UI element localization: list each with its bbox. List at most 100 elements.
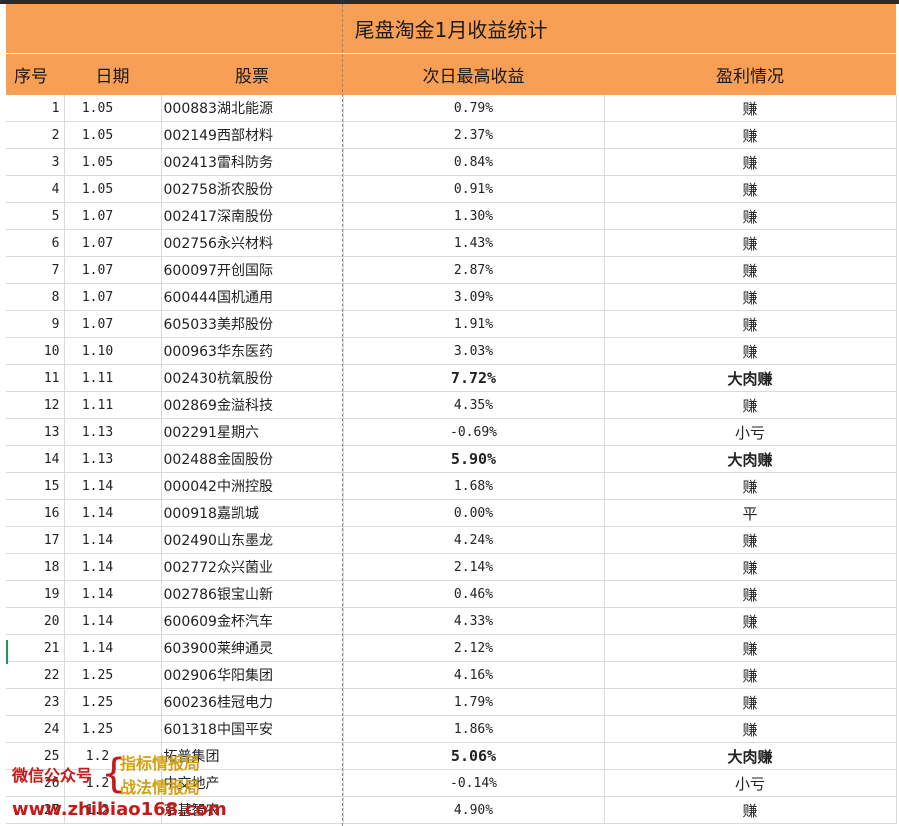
cell-index[interactable]: 15 bbox=[6, 472, 65, 500]
cell-gain[interactable]: 1.86% bbox=[343, 715, 605, 743]
cell-stock[interactable]: 601318中国平安 bbox=[161, 715, 344, 743]
cell-date[interactable]: 1.11 bbox=[64, 364, 162, 392]
cell-date[interactable]: 1.14 bbox=[64, 634, 162, 662]
cell-date[interactable]: 1.13 bbox=[64, 445, 162, 473]
cell-result[interactable]: 赚 bbox=[604, 283, 897, 311]
cell-date[interactable]: 1.07 bbox=[64, 229, 162, 257]
cell-result[interactable]: 平 bbox=[604, 499, 897, 527]
cell-index[interactable]: 6 bbox=[6, 229, 65, 257]
cell-result[interactable]: 赚 bbox=[604, 715, 897, 743]
cell-index[interactable]: 23 bbox=[6, 688, 65, 716]
cell-result[interactable]: 赚 bbox=[604, 661, 897, 689]
cell-index[interactable]: 10 bbox=[6, 337, 65, 365]
cell-index[interactable]: 17 bbox=[6, 526, 65, 554]
cell-date[interactable]: 1.25 bbox=[64, 715, 162, 743]
cell-stock[interactable]: 002413雷科防务 bbox=[161, 148, 344, 176]
cell-gain[interactable]: 4.16% bbox=[343, 661, 605, 689]
cell-index[interactable]: 7 bbox=[6, 256, 65, 284]
cell-index[interactable]: 14 bbox=[6, 445, 65, 473]
cell-index[interactable]: 9 bbox=[6, 310, 65, 338]
cell-date[interactable]: 1.10 bbox=[64, 337, 162, 365]
cell-stock[interactable]: 002490山东墨龙 bbox=[161, 526, 344, 554]
cell-date[interactable]: 1.05 bbox=[64, 95, 162, 122]
cell-index[interactable]: 3 bbox=[6, 148, 65, 176]
sheet-title[interactable]: 尾盘淘金1月收益统计 bbox=[6, 4, 896, 54]
cell-gain[interactable]: 1.43% bbox=[343, 229, 605, 257]
cell-stock[interactable]: 000963华东医药 bbox=[161, 337, 344, 365]
cell-date[interactable]: 1.05 bbox=[64, 121, 162, 149]
cell-date[interactable]: 1.07 bbox=[64, 202, 162, 230]
cell-date[interactable]: 1.07 bbox=[64, 310, 162, 338]
cell-stock[interactable]: 600444国机通用 bbox=[161, 283, 344, 311]
cell-gain[interactable]: 2.37% bbox=[343, 121, 605, 149]
cell-date[interactable]: 1.25 bbox=[64, 661, 162, 689]
header-stock[interactable]: 股票 bbox=[161, 53, 343, 95]
cell-gain[interactable]: 4.33% bbox=[343, 607, 605, 635]
cell-result[interactable]: 赚 bbox=[604, 310, 897, 338]
cell-date[interactable]: 1.07 bbox=[64, 283, 162, 311]
cell-stock[interactable]: 002417深南股份 bbox=[161, 202, 344, 230]
cell-gain[interactable]: 0.46% bbox=[343, 580, 605, 608]
cell-stock[interactable]: 603900莱绅通灵 bbox=[161, 634, 344, 662]
cell-gain[interactable]: 0.79% bbox=[343, 95, 605, 122]
cell-gain[interactable]: 1.68% bbox=[343, 472, 605, 500]
cell-stock[interactable]: 002906华阳集团 bbox=[161, 661, 344, 689]
cell-stock[interactable]: 000883湖北能源 bbox=[161, 95, 344, 122]
cell-date[interactable]: 1.14 bbox=[64, 526, 162, 554]
cell-stock[interactable]: 002291星期六 bbox=[161, 418, 344, 446]
cell-result[interactable]: 赚 bbox=[604, 796, 897, 824]
cell-index[interactable]: 12 bbox=[6, 391, 65, 419]
cell-result[interactable]: 赚 bbox=[604, 229, 897, 257]
cell-result[interactable]: 大肉赚 bbox=[604, 445, 897, 473]
cell-index[interactable]: 11 bbox=[6, 364, 65, 392]
cell-index[interactable]: 21 bbox=[6, 634, 65, 662]
cell-date[interactable]: 1.13 bbox=[64, 418, 162, 446]
cell-index[interactable]: 5 bbox=[6, 202, 65, 230]
cell-index[interactable]: 2 bbox=[6, 121, 65, 149]
cell-stock[interactable]: 002869金溢科技 bbox=[161, 391, 344, 419]
cell-gain[interactable]: 0.91% bbox=[343, 175, 605, 203]
cell-index[interactable]: 1 bbox=[6, 95, 65, 122]
cell-date[interactable]: 1.25 bbox=[64, 688, 162, 716]
cell-gain[interactable]: 1.91% bbox=[343, 310, 605, 338]
cell-index[interactable]: 20 bbox=[6, 607, 65, 635]
cell-stock[interactable]: 600609金杯汽车 bbox=[161, 607, 344, 635]
cell-stock[interactable]: 002772众兴菌业 bbox=[161, 553, 344, 581]
cell-index[interactable]: 24 bbox=[6, 715, 65, 743]
cell-result[interactable]: 赚 bbox=[604, 553, 897, 581]
cell-stock[interactable]: 002149西部材料 bbox=[161, 121, 344, 149]
cell-stock[interactable]: 002756永兴材料 bbox=[161, 229, 344, 257]
cell-result[interactable]: 赚 bbox=[604, 148, 897, 176]
cell-date[interactable]: 1.14 bbox=[64, 499, 162, 527]
cell-result[interactable]: 赚 bbox=[604, 688, 897, 716]
cell-stock[interactable]: 002786银宝山新 bbox=[161, 580, 344, 608]
cell-result[interactable]: 赚 bbox=[604, 607, 897, 635]
header-next-day-gain[interactable]: 次日最高收益 bbox=[343, 53, 604, 95]
cell-gain[interactable]: 0.00% bbox=[343, 499, 605, 527]
cell-stock[interactable]: 000042中洲控股 bbox=[161, 472, 344, 500]
cell-gain[interactable]: 2.14% bbox=[343, 553, 605, 581]
cell-stock[interactable]: 605033美邦股份 bbox=[161, 310, 344, 338]
cell-result[interactable]: 赚 bbox=[604, 256, 897, 284]
cell-gain[interactable]: 3.03% bbox=[343, 337, 605, 365]
cell-date[interactable]: 1.14 bbox=[64, 580, 162, 608]
cell-gain[interactable]: 4.90% bbox=[343, 796, 605, 824]
cell-index[interactable]: 13 bbox=[6, 418, 65, 446]
cell-stock[interactable]: 002758浙农股份 bbox=[161, 175, 344, 203]
cell-gain[interactable]: 0.84% bbox=[343, 148, 605, 176]
cell-result[interactable]: 赚 bbox=[604, 391, 897, 419]
cell-gain[interactable]: 4.35% bbox=[343, 391, 605, 419]
cell-gain[interactable]: 5.90% bbox=[343, 445, 605, 473]
cell-date[interactable]: 1.14 bbox=[64, 553, 162, 581]
cell-date[interactable]: 1.05 bbox=[64, 148, 162, 176]
cell-gain[interactable]: 4.24% bbox=[343, 526, 605, 554]
spreadsheet[interactable]: 尾盘淘金1月收益统计 序号 日期 股票 次日最高收益 盈利情况 1 1.05 000… bbox=[6, 4, 897, 826]
cell-gain[interactable]: -0.69% bbox=[343, 418, 605, 446]
header-index[interactable]: 序号 bbox=[6, 53, 64, 95]
cell-index[interactable]: 16 bbox=[6, 499, 65, 527]
cell-stock[interactable]: 600097开创国际 bbox=[161, 256, 344, 284]
cell-result[interactable]: 小亏 bbox=[604, 418, 897, 446]
cell-gain[interactable]: 7.72% bbox=[343, 364, 605, 392]
cell-index[interactable]: 19 bbox=[6, 580, 65, 608]
cell-stock[interactable]: 002488金固股份 bbox=[161, 445, 344, 473]
